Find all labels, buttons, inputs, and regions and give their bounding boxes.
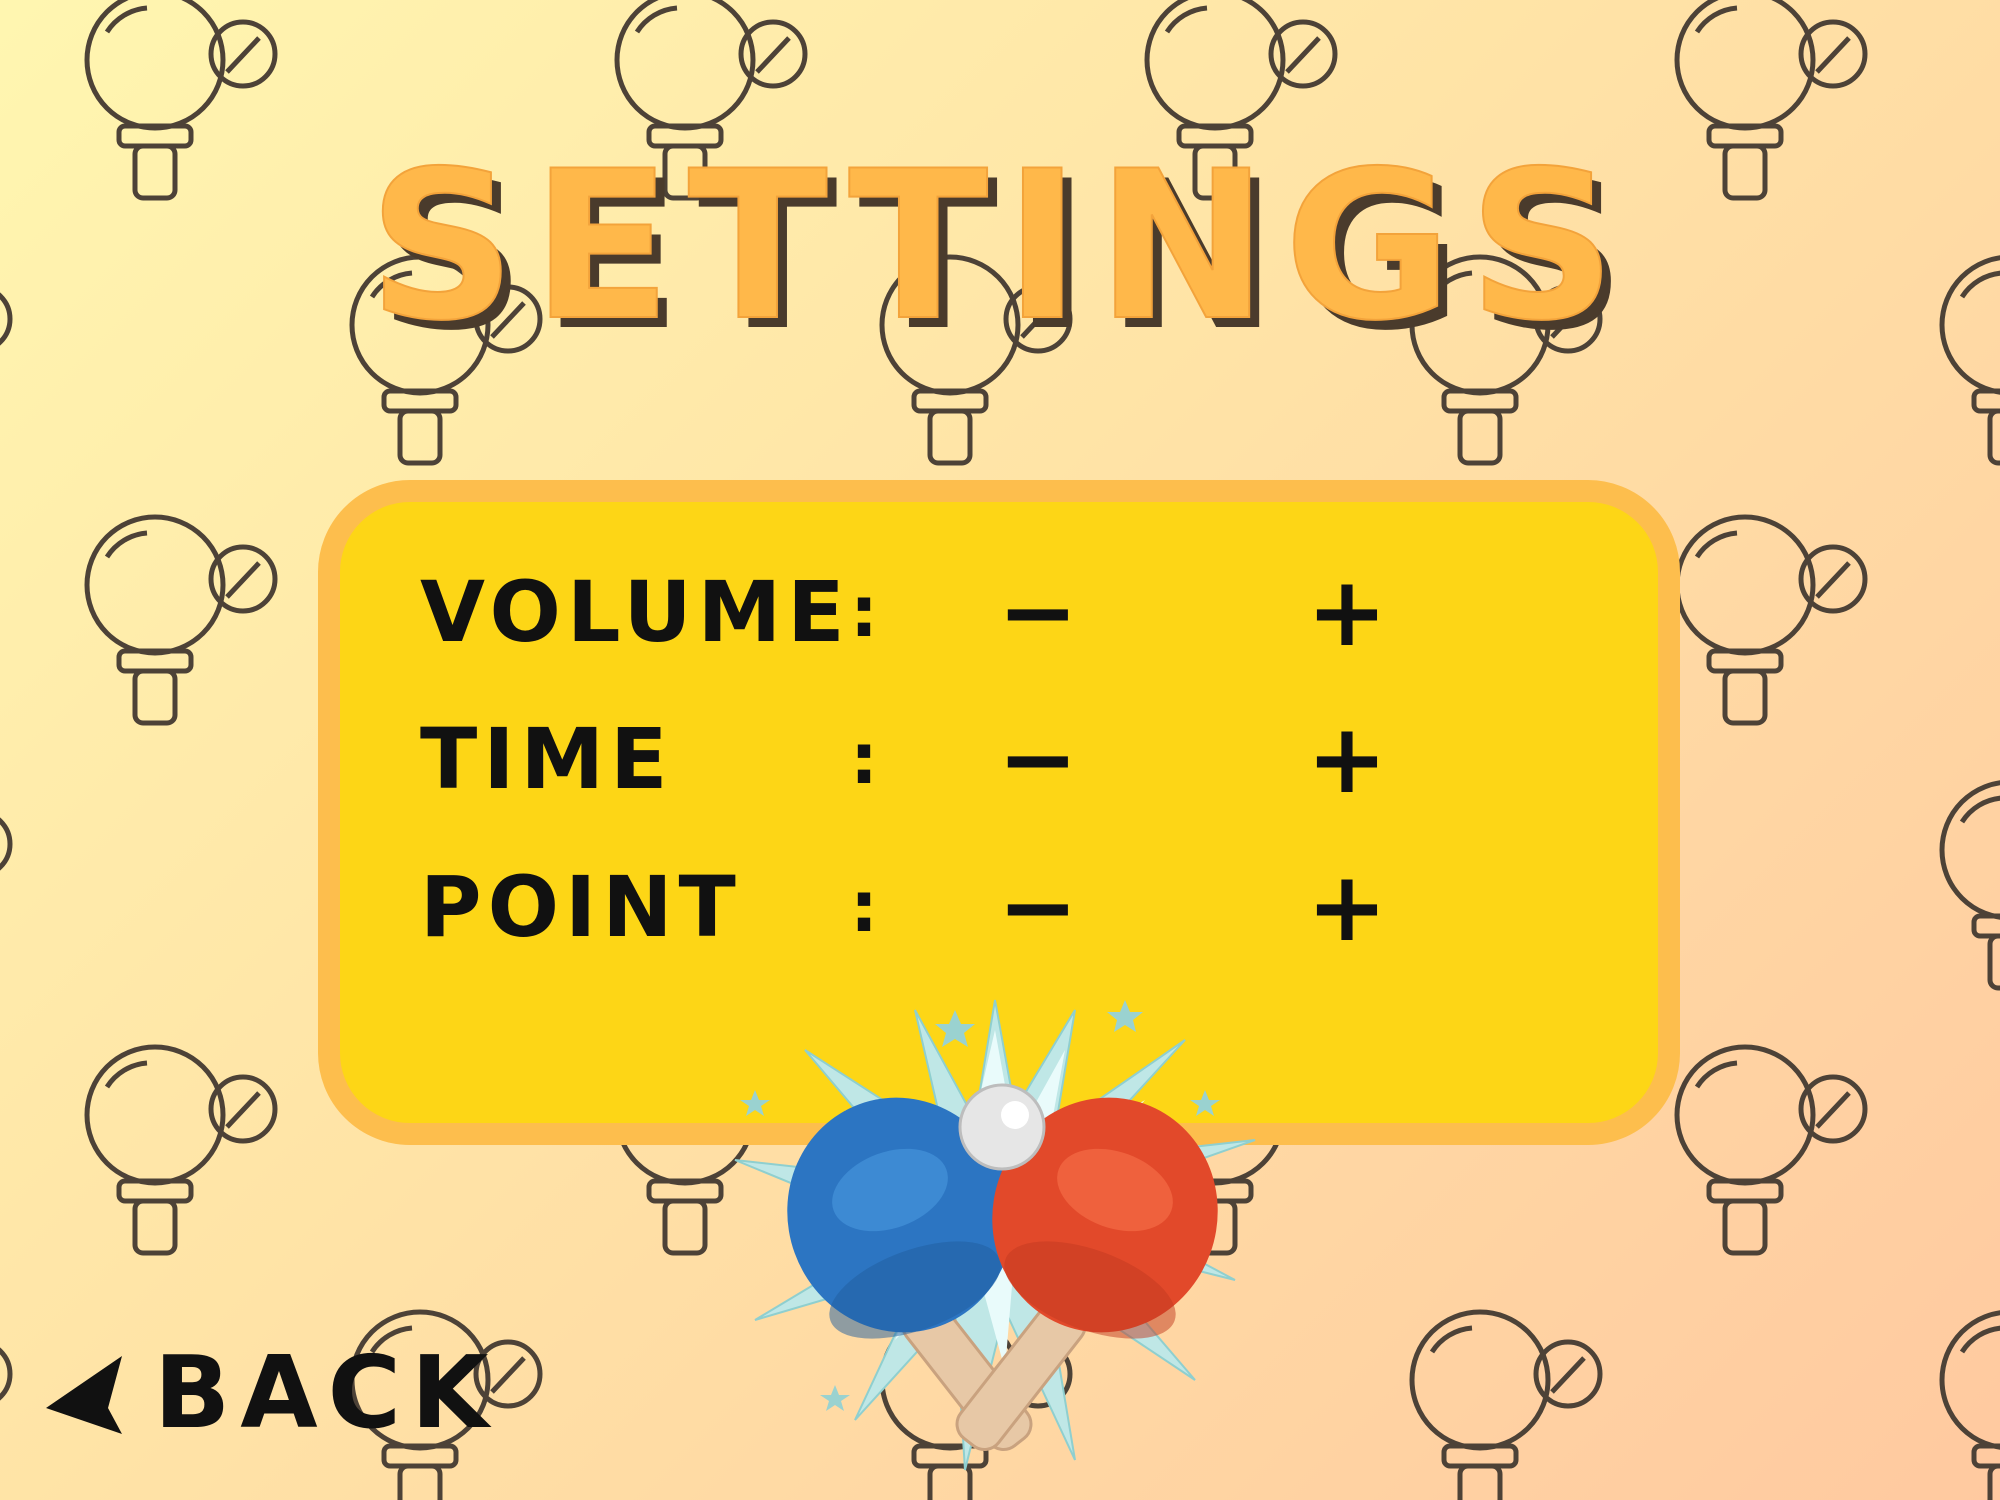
left-triangle-icon [46, 1356, 122, 1434]
background-paddle-outline-icon [1409, 1309, 1603, 1500]
point-decrease-button[interactable]: − [988, 857, 1088, 957]
background-paddle-outline-icon [1674, 1044, 1868, 1256]
setting-row-volume: VOLUME : − + [340, 557, 1658, 667]
page-title: SETTINGS [367, 128, 1632, 366]
background-paddle-outline-icon [84, 514, 278, 726]
volume-increase-button[interactable]: + [1297, 562, 1397, 662]
background-paddle-outline-icon [1674, 514, 1868, 726]
point-increase-button[interactable]: + [1297, 857, 1397, 957]
crossed-ping-pong-paddles-icon [734, 999, 1256, 1471]
background-paddle-outline-icon [0, 1347, 13, 1401]
volume-label: VOLUME [420, 563, 851, 661]
point-label: POINT [420, 858, 742, 956]
time-increase-button[interactable]: + [1297, 709, 1397, 809]
volume-decrease-button[interactable]: − [988, 562, 1088, 662]
setting-row-point: POINT : − + [340, 852, 1658, 962]
background-paddle-outline-icon [1939, 1310, 2000, 1500]
setting-row-time: TIME : − + [340, 704, 1658, 814]
time-decrease-button[interactable]: − [988, 709, 1088, 809]
back-label: BACK [154, 1334, 499, 1451]
time-colon: : [850, 718, 878, 800]
background-paddle-outline-icon [84, 1044, 278, 1256]
back-button[interactable]: BACK [42, 1328, 489, 1458]
background-paddle-outline-icon [1939, 780, 2000, 991]
point-colon: : [850, 866, 878, 948]
background-paddle-outline-icon [0, 817, 13, 871]
time-label: TIME [420, 710, 674, 808]
volume-colon: : [850, 571, 878, 653]
